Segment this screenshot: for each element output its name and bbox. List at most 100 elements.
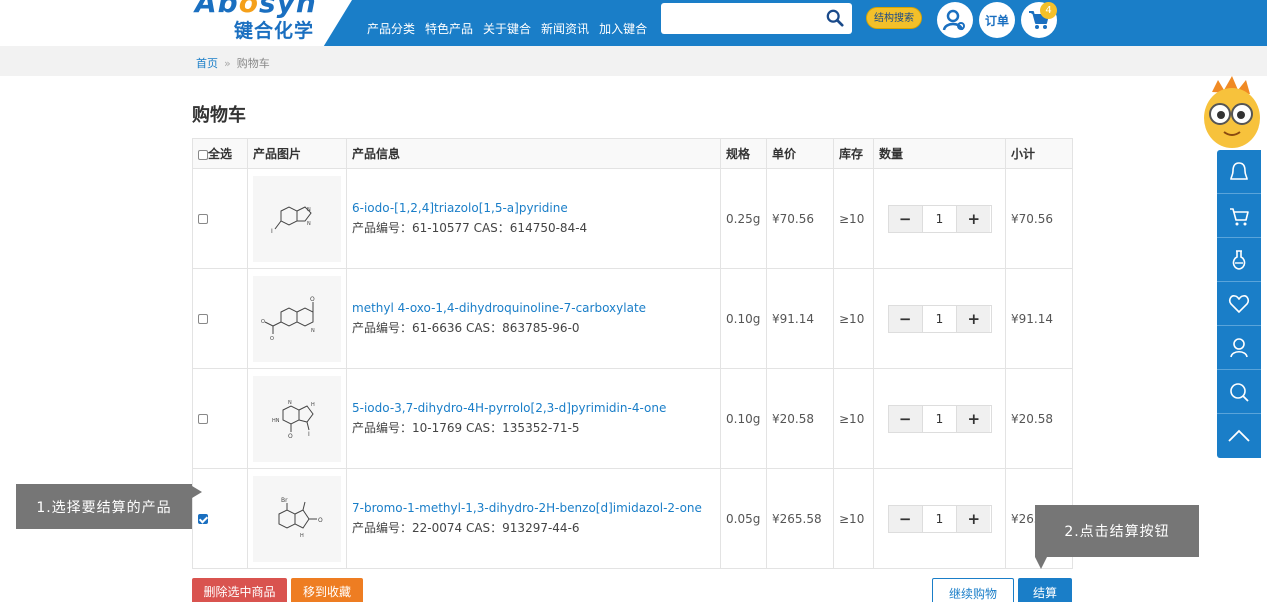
nav-item-about[interactable]: 关于键合 <box>483 20 531 37</box>
row-checkbox[interactable] <box>198 214 208 224</box>
header-qty: 数量 <box>873 138 1006 169</box>
product-structure-image[interactable]: O Br H <box>253 475 341 562</box>
product-name-link[interactable]: methyl 4-oxo-1,4-dihydroquinoline-7-carb… <box>352 301 715 315</box>
header-image: 产品图片 <box>247 138 347 169</box>
structure-search-button[interactable]: 结构搜索 <box>866 7 922 29</box>
product-name-link[interactable]: 6-iodo-[1,2,4]triazolo[1,5-a]pyridine <box>352 201 715 215</box>
product-structure-image[interactable]: O O O N <box>253 275 341 362</box>
table-row: O I HN N H 5-iodo-3,7-dihydro-4H-pyrrolo… <box>192 368 1073 469</box>
spec-cell: 0.10g <box>720 268 767 369</box>
move-to-favorites-button[interactable]: 移到收藏 <box>291 578 363 602</box>
flask-icon <box>1232 249 1246 270</box>
svg-text:H: H <box>300 533 304 539</box>
row-select-cell[interactable] <box>192 168 248 269</box>
svg-text:N: N <box>307 221 311 227</box>
quantity-stepper: − 1 + <box>887 404 992 433</box>
nav-item-join[interactable]: 加入键合 <box>599 20 647 37</box>
account-button[interactable] <box>937 2 973 38</box>
price-cell: ¥91.14 <box>766 268 834 369</box>
increase-button[interactable]: + <box>957 405 991 432</box>
tutorial-tip-checkout-arrow <box>1035 557 1047 569</box>
molecule-image: O O O N <box>261 296 315 342</box>
svg-text:O: O <box>288 433 293 440</box>
cart-table: 全选 产品图片 产品信息 规格 单价 库存 数量 小计 I N N 6-iodo… <box>192 138 1073 569</box>
logo-chinese: 键合化学 <box>234 20 315 42</box>
decrease-button[interactable]: − <box>888 205 922 232</box>
svg-text:O: O <box>261 319 265 325</box>
subtotal-cell: ¥70.56 <box>1005 168 1073 269</box>
product-structure-image[interactable]: O I HN N H <box>253 375 341 462</box>
row-checkbox-checked[interactable] <box>198 514 208 524</box>
increase-button[interactable]: + <box>957 505 991 532</box>
decrease-button[interactable]: − <box>888 505 922 532</box>
product-structure-image[interactable]: I N N <box>253 175 341 262</box>
quantity-input[interactable]: 1 <box>921 305 958 332</box>
up-arrow-icon <box>1228 429 1250 442</box>
sidebar-cart[interactable] <box>1217 194 1261 238</box>
search-icon[interactable] <box>826 9 844 27</box>
table-row: I N N 6-iodo-[1,2,4]triazolo[1,5-a]pyrid… <box>192 168 1073 269</box>
product-name-link[interactable]: 5-iodo-3,7-dihydro-4H-pyrrolo[2,3-d]pyri… <box>352 401 715 415</box>
orders-button[interactable]: 订单 <box>979 2 1015 38</box>
continue-shopping-button[interactable]: 继续购物 <box>932 578 1014 602</box>
mascot-image[interactable] <box>1198 74 1266 156</box>
sidebar-chat[interactable] <box>1217 150 1261 194</box>
quantity-input[interactable]: 1 <box>921 405 958 432</box>
stock-cell: ≥10 <box>833 468 874 569</box>
product-code: 产品编号：22-0074 CAS：913297-44-6 <box>352 521 580 535</box>
quantity-input[interactable]: 1 <box>921 505 958 532</box>
sidebar-account[interactable] <box>1217 326 1261 370</box>
molecule-image: O I HN N H <box>272 400 315 440</box>
decrease-button[interactable]: − <box>888 405 922 432</box>
logo-area[interactable]: Abosyn 键合化学 <box>0 0 352 46</box>
sidebar-back-to-top[interactable] <box>1217 414 1261 458</box>
header-select-all[interactable]: 全选 <box>192 138 248 169</box>
breadcrumb-home[interactable]: 首页 <box>196 57 218 70</box>
tutorial-tip-checkout: 2.点击结算按钮 <box>1035 505 1199 557</box>
table-header-row: 全选 产品图片 产品信息 规格 单价 库存 数量 小计 <box>192 138 1073 169</box>
row-checkbox[interactable] <box>198 314 208 324</box>
product-image-cell: I N N <box>247 168 347 269</box>
price-cell: ¥70.56 <box>766 168 834 269</box>
svg-text:Br: Br <box>281 497 288 504</box>
price-cell: ¥265.58 <box>766 468 834 569</box>
spec-cell: 0.10g <box>720 368 767 469</box>
checkout-button[interactable]: 结算 <box>1018 578 1072 602</box>
tutorial-tip-select-arrow <box>192 486 202 498</box>
header-spec: 规格 <box>720 138 767 169</box>
product-info-cell: 6-iodo-[1,2,4]triazolo[1,5-a]pyridine 产品… <box>346 168 721 269</box>
delete-selected-button[interactable]: 删除选中商品 <box>192 578 287 602</box>
stock-cell: ≥10 <box>833 368 874 469</box>
quantity-input[interactable]: 1 <box>921 205 958 232</box>
product-image-cell: O Br H <box>247 468 347 569</box>
header-info: 产品信息 <box>346 138 721 169</box>
increase-button[interactable]: + <box>957 205 991 232</box>
search-input[interactable] <box>661 3 852 34</box>
nav-item-news[interactable]: 新闻资讯 <box>541 20 589 37</box>
product-code: 产品编号：61-10577 CAS：614750-84-4 <box>352 221 588 235</box>
row-select-cell[interactable] <box>192 368 248 469</box>
sidebar-favorites[interactable] <box>1217 282 1261 326</box>
floating-sidebar <box>1217 150 1261 458</box>
breadcrumb-current: 购物车 <box>236 57 270 70</box>
subtotal-cell: ¥91.14 <box>1005 268 1073 369</box>
product-image-cell: O I HN N H <box>247 368 347 469</box>
sidebar-lab[interactable] <box>1217 238 1261 282</box>
spec-cell: 0.05g <box>720 468 767 569</box>
product-name-link[interactable]: 7-bromo-1-methyl-1,3-dihydro-2H-benzo[d]… <box>352 501 715 515</box>
row-select-cell[interactable] <box>192 268 248 369</box>
nav-item-product-categories[interactable]: 产品分类 <box>367 20 415 37</box>
row-checkbox[interactable] <box>198 414 208 424</box>
nav-item-featured-products[interactable]: 特色产品 <box>425 20 473 37</box>
quantity-stepper: − 1 + <box>887 504 992 533</box>
sidebar-search[interactable] <box>1217 370 1261 414</box>
row-select-cell[interactable] <box>192 468 248 569</box>
spec-cell: 0.25g <box>720 168 767 269</box>
svg-text:O: O <box>310 296 315 303</box>
select-all-checkbox[interactable] <box>198 149 208 160</box>
decrease-button[interactable]: − <box>888 305 922 332</box>
increase-button[interactable]: + <box>957 305 991 332</box>
svg-text:N: N <box>307 207 311 213</box>
molecule-image: I N N <box>271 205 312 235</box>
product-code: 产品编号：10-1769 CAS：135352-71-5 <box>352 421 580 435</box>
